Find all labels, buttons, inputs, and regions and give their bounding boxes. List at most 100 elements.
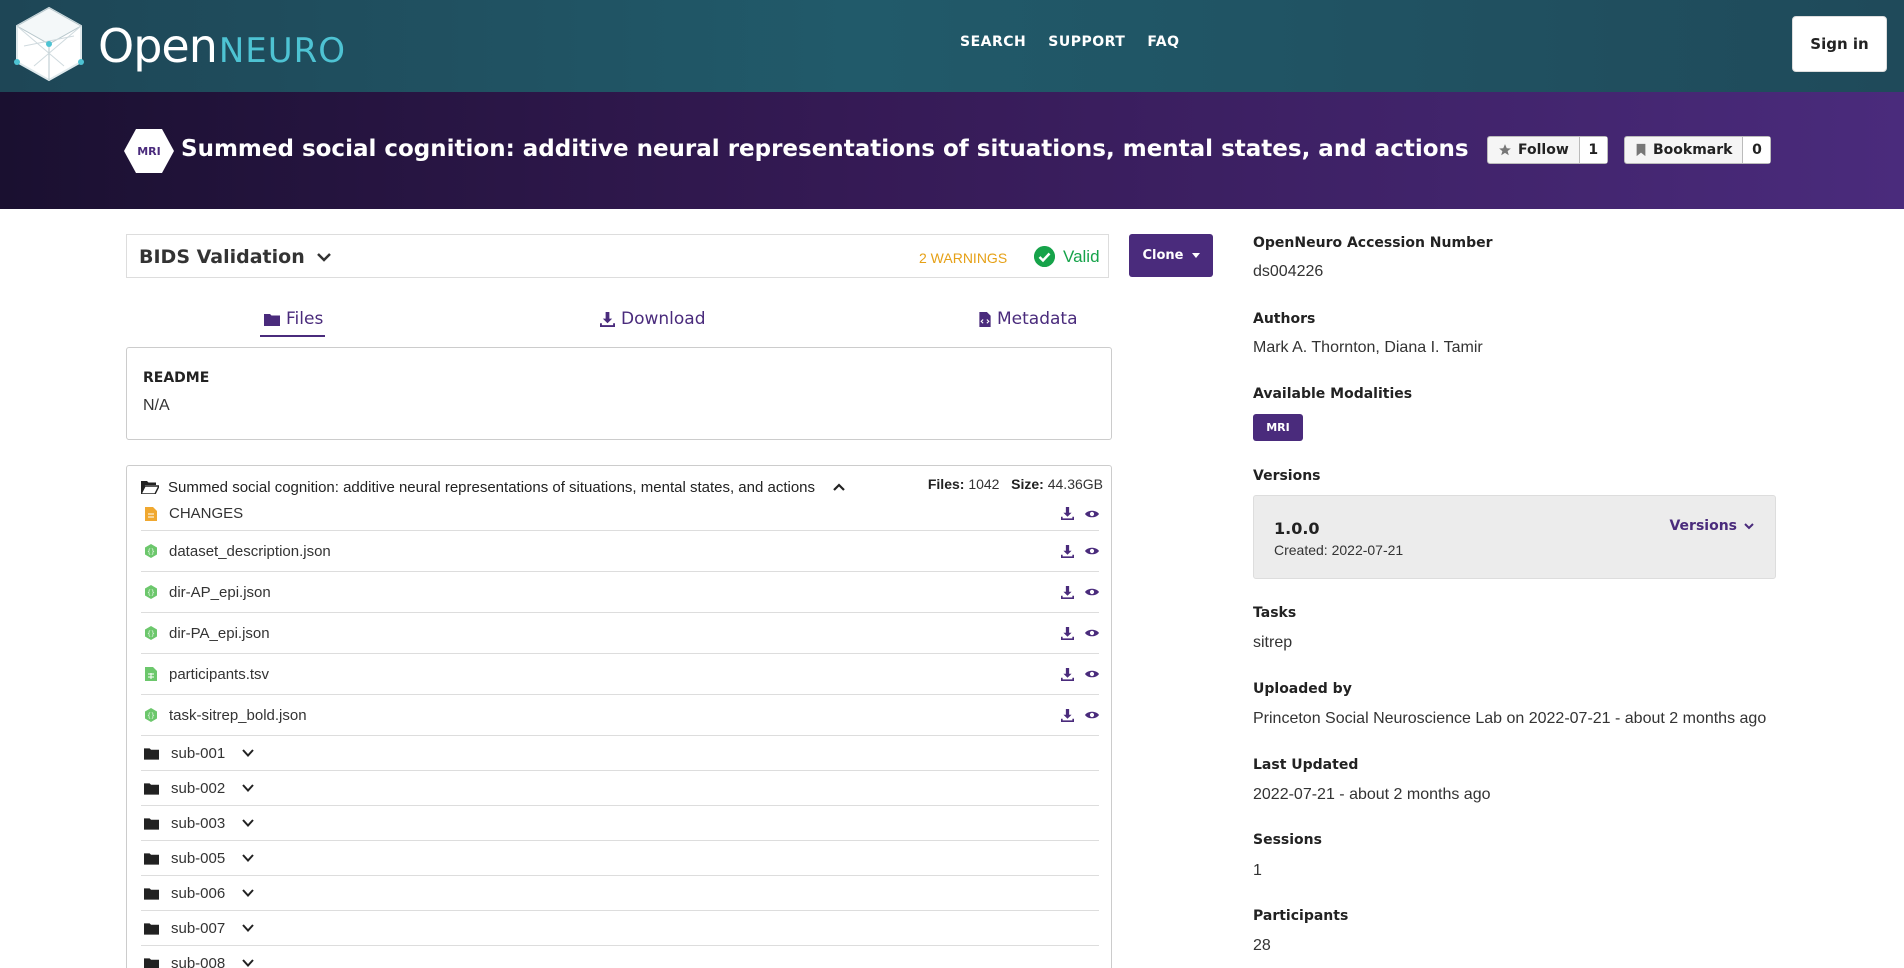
tab-files[interactable]: Files bbox=[264, 309, 323, 329]
file-name: participants.tsv bbox=[169, 665, 270, 683]
brand-open: Open bbox=[98, 19, 218, 73]
check-circle-icon bbox=[1034, 246, 1055, 267]
tab-download[interactable]: Download bbox=[600, 309, 706, 329]
sessions-label: Sessions bbox=[1253, 832, 1322, 848]
eye-icon[interactable] bbox=[1085, 669, 1099, 679]
eye-icon[interactable] bbox=[1085, 710, 1099, 720]
file-text-icon bbox=[145, 506, 157, 521]
chevron-down-icon[interactable] bbox=[241, 886, 255, 900]
folder-row[interactable]: sub-005 bbox=[141, 841, 1099, 876]
openneuro-logo-icon[interactable] bbox=[14, 6, 84, 82]
download-icon[interactable] bbox=[1061, 667, 1074, 681]
tasks-label: Tasks bbox=[1253, 605, 1297, 621]
eye-icon[interactable] bbox=[1085, 628, 1099, 638]
file-tree: Summed social cognition: additive neural… bbox=[126, 465, 1112, 968]
file-row[interactable]: CHANGES bbox=[141, 497, 1099, 531]
file-tree-root[interactable]: Summed social cognition: additive neural… bbox=[141, 476, 847, 498]
download-icon[interactable] bbox=[1061, 507, 1074, 520]
folder-icon bbox=[144, 957, 159, 968]
chevron-down-icon[interactable] bbox=[241, 816, 255, 830]
accession-label: OpenNeuro Accession Number bbox=[1253, 235, 1493, 251]
clone-dropdown-button[interactable]: Clone bbox=[1129, 234, 1213, 277]
modalities-label: Available Modalities bbox=[1253, 386, 1413, 402]
download-icon[interactable] bbox=[1061, 626, 1074, 640]
folder-icon bbox=[264, 313, 280, 326]
file-name: CHANGES bbox=[169, 505, 244, 522]
bookmark-icon bbox=[1636, 143, 1646, 157]
eye-icon[interactable] bbox=[1085, 546, 1099, 556]
follow-count: 1 bbox=[1578, 137, 1607, 163]
clone-label: Clone bbox=[1142, 248, 1184, 263]
chevron-down-icon[interactable] bbox=[241, 781, 255, 795]
folder-row[interactable]: sub-006 bbox=[141, 876, 1099, 911]
folder-name: sub-006 bbox=[171, 884, 226, 902]
chevron-down-icon[interactable] bbox=[241, 956, 255, 968]
participants-value: 28 bbox=[1253, 937, 1271, 954]
file-tree-root-name: Summed social cognition: additive neural… bbox=[168, 478, 816, 496]
folder-icon bbox=[144, 852, 159, 865]
tab-files-label: Files bbox=[286, 309, 324, 329]
brand-name[interactable]: OpenNEURO bbox=[98, 18, 346, 79]
bookmark-button[interactable]: Bookmark bbox=[1625, 137, 1742, 163]
chevron-down-icon[interactable] bbox=[314, 247, 334, 267]
folder-row[interactable]: sub-003 bbox=[141, 806, 1099, 841]
version-created: Created: 2022-07-21 bbox=[1274, 542, 1404, 558]
top-navbar: OpenNEURO SEARCH SUPPORT FAQ Sign in bbox=[0, 0, 1904, 92]
star-icon bbox=[1499, 144, 1511, 156]
dataset-title: Summed social cognition: additive neural… bbox=[181, 136, 1469, 162]
active-tab-indicator bbox=[260, 335, 325, 337]
warnings-count[interactable]: 2 WARNINGS bbox=[919, 250, 1007, 266]
file-name: dataset_description.json bbox=[169, 542, 331, 560]
folder-name: sub-003 bbox=[171, 814, 226, 832]
readme-label: README bbox=[143, 370, 210, 386]
readme-content: N/A bbox=[143, 397, 170, 414]
file-row[interactable]: {} dir-PA_epi.json bbox=[141, 613, 1099, 654]
folder-icon bbox=[144, 922, 159, 935]
file-tree-stats: Files: 1042 Size: 44.36GB bbox=[928, 476, 1103, 492]
modality-pill[interactable]: MRI bbox=[1253, 414, 1303, 441]
bookmark-count: 0 bbox=[1742, 137, 1771, 163]
chevron-down-icon[interactable] bbox=[241, 746, 255, 760]
file-row[interactable]: {} task-sitrep_bold.json bbox=[141, 695, 1099, 736]
size-value: 44.36GB bbox=[1047, 476, 1103, 492]
svg-text:{}: {} bbox=[147, 713, 155, 720]
readme-panel: README N/A bbox=[126, 347, 1112, 440]
svg-text:{}: {} bbox=[147, 590, 155, 597]
file-row[interactable]: {} dataset_description.json bbox=[141, 531, 1099, 572]
folder-row[interactable]: sub-002 bbox=[141, 771, 1099, 806]
folder-row[interactable]: sub-001 bbox=[141, 736, 1099, 771]
version-number: 1.0.0 bbox=[1274, 519, 1320, 538]
folder-icon bbox=[144, 887, 159, 900]
download-icon[interactable] bbox=[1061, 585, 1074, 599]
file-name: dir-AP_epi.json bbox=[169, 583, 271, 601]
file-code-icon bbox=[979, 311, 991, 327]
versions-dropdown[interactable]: Versions bbox=[1669, 518, 1755, 534]
tab-metadata-label: Metadata bbox=[997, 309, 1078, 329]
file-row[interactable]: {} dir-AP_epi.json bbox=[141, 572, 1099, 613]
chevron-up-icon[interactable] bbox=[831, 479, 847, 495]
tab-metadata[interactable]: Metadata bbox=[979, 309, 1078, 329]
folder-row[interactable]: sub-007 bbox=[141, 911, 1099, 946]
nav-link-support[interactable]: SUPPORT bbox=[1048, 34, 1125, 50]
bids-validation-panel[interactable]: BIDS Validation 2 WARNINGS Valid bbox=[126, 234, 1109, 278]
follow-button[interactable]: Follow bbox=[1488, 137, 1579, 163]
chevron-down-icon[interactable] bbox=[241, 921, 255, 935]
download-icon[interactable] bbox=[1061, 544, 1074, 558]
file-row[interactable]: participants.tsv bbox=[141, 654, 1099, 695]
json-file-icon: {} bbox=[145, 544, 157, 558]
chevron-down-icon[interactable] bbox=[241, 851, 255, 865]
eye-icon[interactable] bbox=[1085, 587, 1099, 597]
folder-row[interactable]: sub-008 bbox=[141, 946, 1099, 968]
last-updated-label: Last Updated bbox=[1253, 757, 1359, 773]
nav-link-search[interactable]: SEARCH bbox=[960, 34, 1026, 50]
eye-icon[interactable] bbox=[1085, 509, 1099, 519]
folder-name: sub-007 bbox=[171, 919, 226, 937]
file-name: dir-PA_epi.json bbox=[169, 624, 270, 642]
sign-in-button[interactable]: Sign in bbox=[1792, 16, 1887, 72]
file-name: task-sitrep_bold.json bbox=[169, 706, 307, 724]
versions-label: Versions bbox=[1253, 468, 1321, 484]
download-icon[interactable] bbox=[1061, 708, 1074, 722]
nav-link-faq[interactable]: FAQ bbox=[1147, 34, 1179, 50]
modality-hex-text: MRI bbox=[137, 145, 161, 158]
follow-label: Follow bbox=[1518, 142, 1569, 158]
